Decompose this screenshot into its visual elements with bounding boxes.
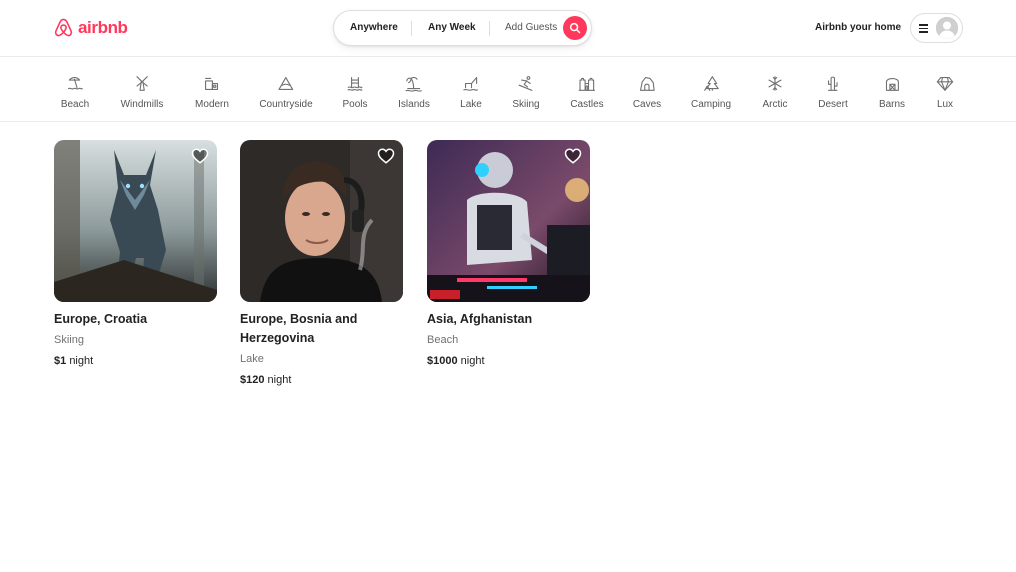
price-suffix: night — [460, 355, 485, 367]
search-bar[interactable]: Anywhere Any Week Add Guests — [333, 10, 592, 46]
host-link[interactable]: Airbnb your home — [815, 22, 901, 33]
category-label: Castles — [570, 99, 604, 110]
listing-price: $120 night — [240, 373, 403, 388]
heart-icon — [191, 148, 209, 164]
category-modern[interactable]: Modern — [195, 75, 229, 115]
category-label: Caves — [632, 99, 662, 110]
listing-card[interactable]: Europe, Bosnia and Herzegovina Lake $120… — [240, 140, 403, 388]
listing-title: Europe, Croatia — [54, 312, 148, 326]
category-beach[interactable]: Beach — [61, 75, 89, 115]
listing-category: Skiing — [54, 334, 84, 346]
price-amount: $120 — [240, 374, 265, 386]
listing-category: Beach — [427, 334, 459, 346]
listing-category: Lake — [240, 353, 264, 365]
listing-title: Europe, Bosnia and Herzegovina — [240, 312, 358, 345]
category-islands[interactable]: Islands — [398, 75, 430, 115]
category-label: Barns — [878, 99, 906, 110]
diamond-icon — [936, 76, 954, 91]
category-barns[interactable]: Barns — [879, 75, 905, 115]
search-guests-button[interactable]: Add Guests — [505, 11, 557, 45]
listing-photo[interactable] — [54, 140, 217, 302]
search-button[interactable] — [563, 16, 587, 40]
price-amount: $1000 — [427, 355, 458, 367]
category-pools[interactable]: Pools — [342, 75, 368, 115]
listing-photo[interactable] — [427, 140, 590, 302]
category-label: Desert — [818, 99, 848, 110]
category-caves[interactable]: Caves — [633, 75, 661, 115]
listing-photo[interactable] — [240, 140, 403, 302]
category-label: Camping — [690, 99, 732, 110]
beach-icon — [67, 77, 83, 90]
category-bar: Beach Windmills Modern Countryside Pools… — [0, 57, 1016, 122]
airbnb-logo-icon — [54, 18, 73, 37]
category-label: Islands — [398, 99, 430, 110]
logo-text: airbnb — [78, 18, 128, 37]
cave-icon — [639, 76, 655, 91]
category-label: Lake — [460, 99, 482, 110]
cactus-icon — [828, 76, 838, 91]
category-lake[interactable]: Lake — [460, 75, 482, 115]
category-camping[interactable]: Camping — [691, 75, 731, 115]
listing-title: Asia, Afghanistan — [427, 312, 533, 326]
heart-icon — [377, 148, 395, 164]
windmill-icon — [136, 76, 148, 91]
lake-icon — [463, 76, 479, 91]
listing-price: $1 night — [54, 354, 217, 369]
listing-card[interactable]: Asia, Afghanistan Beach $1000 night — [427, 140, 590, 369]
airbnb-logo[interactable]: airbnb — [53, 17, 128, 39]
castle-icon — [578, 77, 596, 91]
user-avatar-icon — [936, 17, 958, 39]
listing-price: $1000 night — [427, 354, 590, 369]
category-lux[interactable]: Lux — [936, 75, 954, 115]
category-label: Arctic — [762, 99, 788, 110]
top-navbar: airbnb Anywhere Any Week Add Guests Airb… — [0, 0, 1016, 57]
skiing-icon — [518, 76, 533, 91]
pool-icon — [347, 76, 363, 91]
search-week-button[interactable]: Any Week — [428, 11, 476, 45]
category-label: Skiing — [512, 99, 540, 110]
search-location-button[interactable]: Anywhere — [350, 11, 398, 45]
avatar — [936, 17, 958, 39]
category-label: Modern — [195, 99, 229, 110]
search-divider — [489, 21, 490, 36]
search-icon — [569, 22, 581, 34]
category-countryside[interactable]: Countryside — [259, 75, 313, 115]
category-label: Windmills — [120, 99, 164, 110]
category-label: Beach — [60, 99, 90, 110]
barn-icon — [885, 78, 899, 91]
category-label: Lux — [936, 99, 954, 110]
user-menu-button[interactable] — [910, 13, 963, 43]
category-label: Countryside — [259, 99, 313, 110]
camping-icon — [703, 76, 719, 91]
island-icon — [405, 76, 423, 92]
search-divider — [411, 21, 412, 36]
category-arctic[interactable]: Arctic — [763, 75, 788, 115]
hamburger-menu-icon — [919, 24, 928, 33]
snowflake-icon — [768, 76, 782, 91]
price-suffix: night — [69, 355, 94, 367]
category-label: Pools — [342, 99, 368, 110]
category-windmills[interactable]: Windmills — [120, 75, 164, 115]
favorite-button[interactable] — [377, 147, 395, 165]
favorite-button[interactable] — [191, 147, 209, 165]
heart-icon — [564, 148, 582, 164]
category-desert[interactable]: Desert — [818, 75, 848, 115]
category-castles[interactable]: Castles — [570, 75, 604, 115]
price-amount: $1 — [54, 355, 67, 367]
category-skiing[interactable]: Skiing — [512, 75, 540, 115]
modern-house-icon — [205, 77, 219, 91]
favorite-button[interactable] — [564, 147, 582, 165]
countryside-icon — [278, 76, 294, 91]
listing-card[interactable]: Europe, Croatia Skiing $1 night — [54, 140, 217, 369]
price-suffix: night — [267, 374, 292, 386]
